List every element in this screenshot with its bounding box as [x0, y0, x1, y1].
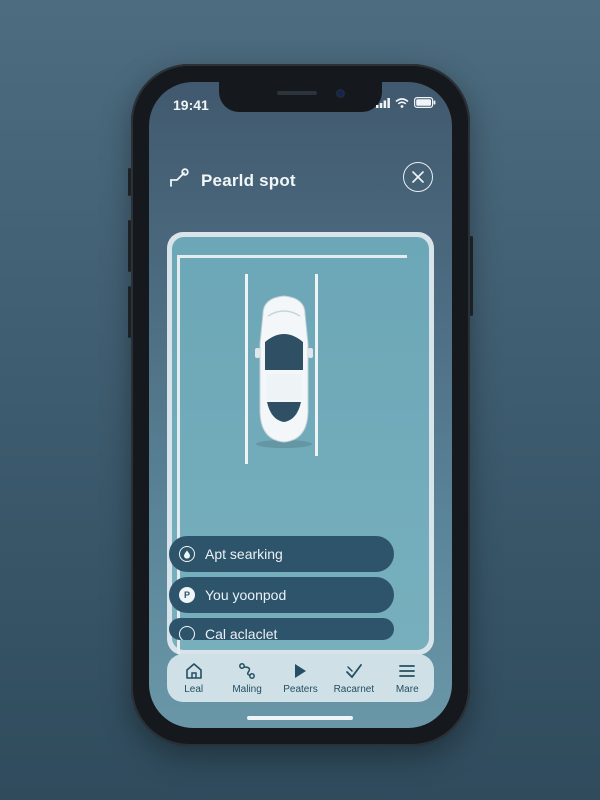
home-icon: [185, 663, 202, 679]
close-button[interactable]: [403, 162, 433, 192]
phone-screen: 19:41 Pearld spot Apt searking P You yoo…: [149, 82, 452, 728]
list-item-label: Cal aclaclet: [205, 626, 278, 640]
page-title: Pearld spot: [201, 171, 296, 190]
close-icon: [412, 171, 424, 183]
tab-label: Maling: [232, 684, 262, 695]
box-icon: [179, 626, 195, 640]
list-item-cal-aclaclet[interactable]: Cal aclaclet: [169, 618, 394, 640]
route-icon: [239, 663, 256, 679]
parking-option-list: Apt searking P You yoonpod Cal aclaclet: [169, 536, 394, 645]
list-item-label: Apt searking: [205, 546, 283, 562]
battery-icon: [414, 97, 436, 108]
notch: [219, 82, 382, 112]
parking-line-left: [245, 274, 248, 464]
home-indicator[interactable]: [247, 716, 353, 720]
tab-peaters[interactable]: Peaters: [275, 661, 325, 695]
bottom-tab-bar: Leal Maling Peaters Racarnet Mare: [167, 654, 434, 702]
status-time: 19:41: [173, 97, 209, 113]
camera-icon: [336, 89, 345, 98]
tab-label: Peaters: [283, 684, 318, 695]
mute-switch: [128, 168, 131, 196]
drop-icon: [179, 546, 195, 562]
speaker: [277, 91, 317, 95]
cellular-icon: [376, 97, 390, 108]
tab-label: Leal: [184, 684, 204, 695]
curb-line-top: [177, 255, 407, 258]
volume-up-button: [128, 220, 131, 272]
volume-down-button: [128, 286, 131, 338]
tab-racarnet[interactable]: Racarnet: [329, 661, 379, 695]
tab-label: Racarnet: [333, 684, 375, 695]
play-icon: [295, 664, 307, 678]
tab-maling[interactable]: Maling: [222, 661, 272, 695]
parking-icon: P: [179, 587, 195, 603]
status-icons: [376, 97, 436, 108]
power-button: [470, 236, 473, 316]
tab-mare[interactable]: Mare: [382, 661, 432, 695]
list-item-you-yoonpod[interactable]: P You yoonpod: [169, 577, 394, 613]
menu-icon: [399, 665, 416, 677]
list-item-apt-searking[interactable]: Apt searking: [169, 536, 394, 572]
phone-frame: 19:41 Pearld spot Apt searking P You yoo…: [128, 64, 473, 746]
tab-leal[interactable]: Leal: [169, 661, 219, 695]
list-item-label: You yoonpod: [205, 587, 287, 603]
key-icon[interactable]: [167, 166, 191, 190]
wifi-icon: [395, 97, 409, 108]
tab-label: Mare: [395, 684, 419, 695]
check-icon: [345, 664, 362, 679]
car-icon: [255, 295, 313, 448]
